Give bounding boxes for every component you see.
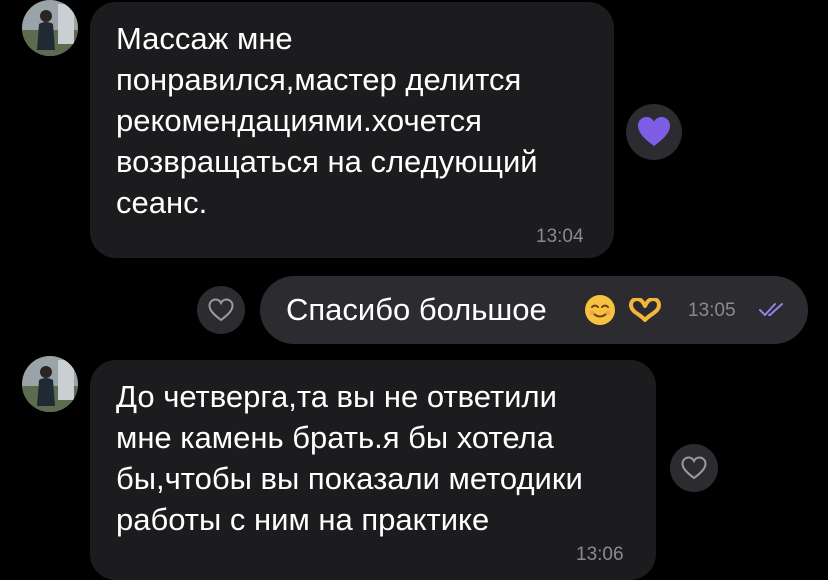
message-text: Спасибо большое bbox=[286, 292, 547, 327]
message-time: 13:04 bbox=[536, 226, 584, 247]
heart-hands-icon bbox=[629, 298, 661, 322]
message-time: 13:05 bbox=[688, 300, 736, 321]
smiling-face-icon bbox=[585, 295, 615, 325]
heart-outline-icon bbox=[681, 456, 707, 480]
heart-outline-icon bbox=[208, 298, 234, 322]
incoming-message-bubble[interactable]: До четверга,та вы не ответили мне камень… bbox=[90, 360, 656, 580]
add-reaction-button[interactable] bbox=[197, 286, 245, 334]
message-text: До четверга,та вы не ответили мне камень… bbox=[116, 379, 583, 537]
contact-avatar[interactable] bbox=[22, 356, 78, 412]
incoming-message-bubble[interactable]: Массаж мне понравился,мастер делится рек… bbox=[90, 2, 614, 258]
outgoing-message-bubble[interactable]: Спасибо большое 13:05 bbox=[260, 276, 808, 344]
message-text: Массаж мне понравился,мастер делится рек… bbox=[116, 21, 538, 220]
read-double-check-icon bbox=[759, 303, 783, 316]
purple-heart-reaction-icon[interactable] bbox=[626, 104, 682, 160]
contact-avatar[interactable] bbox=[22, 0, 78, 56]
add-reaction-button[interactable] bbox=[670, 444, 718, 492]
message-time: 13:06 bbox=[576, 544, 624, 565]
